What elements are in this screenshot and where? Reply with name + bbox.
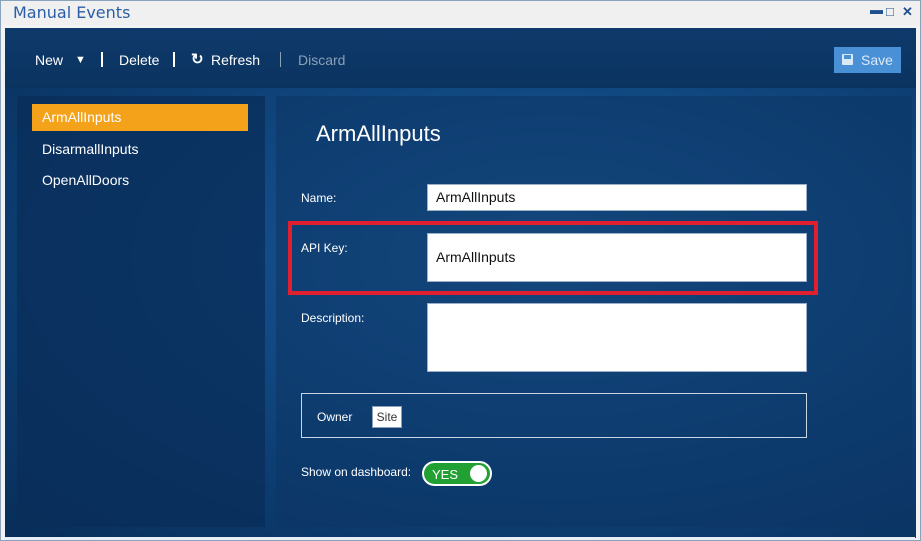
event-list-panel: ArmAllInputs DisarmallInputs OpenAllDoor… bbox=[17, 96, 265, 527]
refresh-button[interactable]: Refresh bbox=[211, 52, 260, 68]
description-label: Description: bbox=[301, 311, 365, 325]
manual-events-window: Manual Events ▬ □ ✕ New ▼ Delete ↻ Refre… bbox=[0, 0, 921, 541]
description-field[interactable] bbox=[427, 303, 807, 372]
toggle-knob bbox=[470, 465, 487, 482]
refresh-icon[interactable]: ↻ bbox=[191, 50, 204, 68]
api-key-label: API Key: bbox=[301, 241, 348, 255]
name-label: Name: bbox=[301, 191, 337, 205]
toolbar: New ▼ Delete ↻ Refresh Discard Save bbox=[5, 28, 916, 88]
list-item-openalldoors[interactable]: OpenAllDoors bbox=[32, 167, 248, 194]
close-icon[interactable]: ✕ bbox=[902, 4, 913, 20]
dashboard-label: Show on dashboard: bbox=[301, 465, 412, 479]
minimize-icon[interactable]: ▬ bbox=[870, 2, 883, 17]
toolbar-separator bbox=[173, 52, 175, 67]
owner-value[interactable]: Site bbox=[372, 406, 402, 428]
chevron-down-icon[interactable]: ▼ bbox=[75, 54, 86, 66]
new-button[interactable]: New bbox=[35, 52, 63, 68]
event-detail-panel: ArmAllInputs Name: ArmAllInputs API Key:… bbox=[276, 96, 912, 527]
window-title: Manual Events bbox=[13, 3, 131, 22]
owner-group: Owner Site bbox=[301, 393, 807, 438]
toolbar-separator bbox=[280, 52, 281, 67]
delete-button[interactable]: Delete bbox=[119, 52, 159, 68]
show-on-dashboard-toggle[interactable]: YES bbox=[422, 461, 492, 486]
page-title: ArmAllInputs bbox=[316, 121, 441, 146]
list-item-armallinputs[interactable]: ArmAllInputs bbox=[32, 104, 248, 131]
save-button-label: Save bbox=[861, 52, 893, 68]
name-field[interactable]: ArmAllInputs bbox=[427, 184, 807, 211]
save-button[interactable]: Save bbox=[834, 47, 901, 73]
api-key-field[interactable]: ArmAllInputs bbox=[427, 233, 807, 282]
title-bar: Manual Events ▬ □ ✕ bbox=[1, 1, 920, 25]
toolbar-separator bbox=[101, 52, 103, 67]
bottom-border bbox=[4, 537, 915, 540]
maximize-icon[interactable]: □ bbox=[886, 4, 894, 19]
floppy-disk-icon bbox=[842, 54, 853, 65]
client-area: New ▼ Delete ↻ Refresh Discard Save ArmA… bbox=[5, 28, 916, 538]
discard-button[interactable]: Discard bbox=[298, 52, 345, 68]
list-item-disarmallinputs[interactable]: DisarmallInputs bbox=[32, 136, 248, 163]
owner-label: Owner bbox=[317, 410, 353, 424]
toggle-state: YES bbox=[432, 467, 459, 482]
